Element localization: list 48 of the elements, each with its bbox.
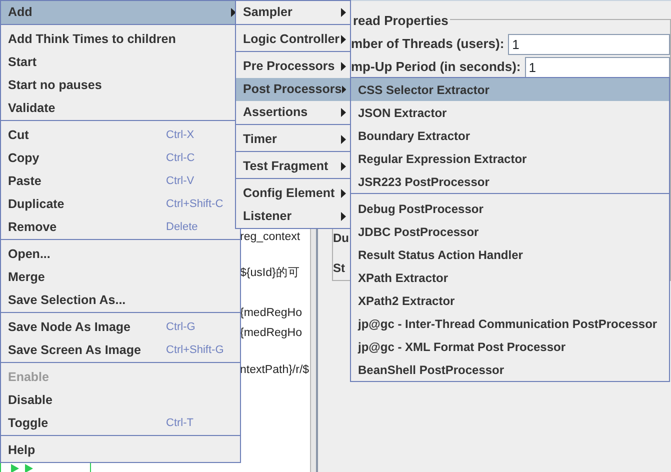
menu-item[interactable]: Pre Processors bbox=[236, 55, 350, 78]
menu-item[interactable]: Open... bbox=[1, 243, 240, 266]
tree-node-label[interactable]: ${usId}的可 bbox=[240, 265, 300, 281]
menu-item[interactable]: Regular Expression Extractor bbox=[351, 147, 669, 170]
menu-item[interactable]: Assertions bbox=[236, 101, 350, 124]
field-label: St bbox=[333, 260, 345, 276]
input-field[interactable]: 1 bbox=[508, 34, 670, 54]
menu-item[interactable]: Test Fragment bbox=[236, 155, 350, 178]
tree-node-label[interactable]: {medRegHo bbox=[240, 305, 302, 321]
shortcut-label: Ctrl-C bbox=[166, 151, 196, 166]
menu-item[interactable]: Save Screen As Image Ctrl+Shift-G bbox=[1, 339, 240, 362]
menu-item[interactable]: Save Node As Image Ctrl-G bbox=[1, 316, 240, 339]
menu-item[interactable]: Config Element bbox=[236, 182, 350, 205]
menu-item[interactable]: Timer bbox=[236, 128, 350, 151]
shortcut-label: Ctrl-X bbox=[166, 128, 196, 144]
shortcut-label: Ctrl-G bbox=[166, 320, 196, 336]
shortcut-label: Ctrl+Shift-G bbox=[166, 343, 225, 358]
menu-item[interactable]: JDBC PostProcessor bbox=[351, 220, 669, 243]
field-label: Du bbox=[333, 230, 349, 246]
shortcut-label: Ctrl-T bbox=[166, 416, 194, 432]
menu-item[interactable]: Toggle Ctrl-T bbox=[1, 412, 240, 435]
menu-item[interactable]: Logic Controller bbox=[236, 28, 350, 51]
menu-item[interactable]: Result Status Action Handler bbox=[351, 243, 669, 266]
menu-item[interactable]: Help bbox=[1, 439, 240, 462]
menu-item[interactable]: JSON Extractor bbox=[351, 101, 669, 124]
menu-item[interactable]: Debug PostProcessor bbox=[351, 197, 669, 220]
menu-item[interactable]: Post Processors bbox=[236, 78, 350, 101]
tree-node-label[interactable]: {medRegHo bbox=[240, 325, 302, 341]
menu-item[interactable]: JSR223 PostProcessor bbox=[351, 170, 669, 193]
tree-node-label[interactable]: reg_context bbox=[240, 229, 300, 245]
field-label: mp-Up Period (in seconds): bbox=[351, 58, 521, 76]
menu-item[interactable]: BeanShell PostProcessor bbox=[351, 358, 669, 381]
tree-node-label[interactable]: ntextPath}/r/$ bbox=[240, 362, 310, 378]
shortcut-label: Delete bbox=[166, 220, 199, 236]
menu-item[interactable]: XPath Extractor bbox=[351, 266, 669, 289]
menu-item[interactable]: Save Selection As... bbox=[1, 289, 240, 312]
menu-item[interactable]: XPath2 Extractor bbox=[351, 289, 669, 312]
field-label: mber of Threads (users): bbox=[351, 35, 504, 54]
menu-item[interactable]: jp@gc - Inter-Thread Communication PostProcessor bbox=[351, 312, 669, 335]
shortcut-label: Ctrl+Shift-C bbox=[166, 197, 224, 212]
input-field[interactable]: 1 bbox=[524, 56, 670, 78]
shortcut-label: Ctrl-V bbox=[166, 174, 196, 190]
menu-item[interactable]: Disable bbox=[1, 389, 240, 412]
menu-item[interactable]: CSS Selector Extractor bbox=[351, 78, 669, 101]
menu-item[interactable]: Listener bbox=[236, 205, 350, 228]
menu-item[interactable]: jp@gc - XML Format Post Processor bbox=[351, 335, 669, 358]
menu-item[interactable]: Merge bbox=[1, 266, 240, 289]
menu-item[interactable]: Boundary Extractor bbox=[351, 124, 669, 147]
